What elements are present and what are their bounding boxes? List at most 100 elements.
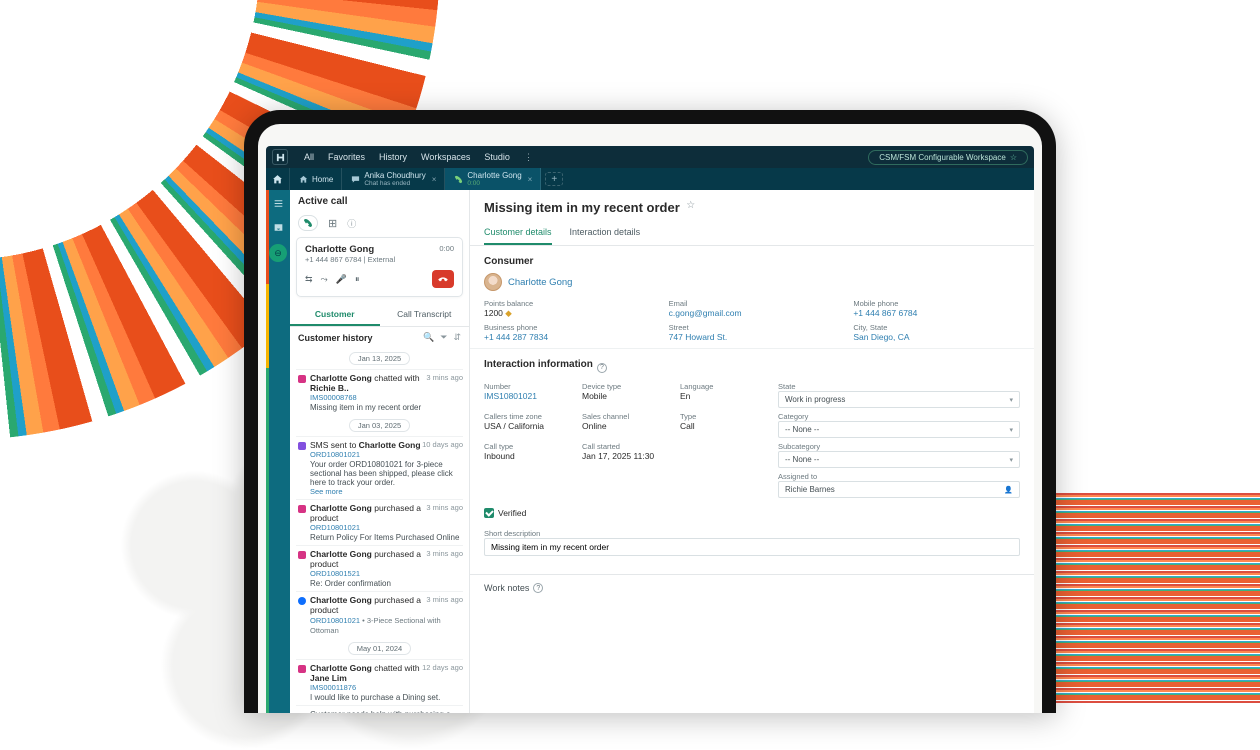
customer-history: Jan 13, 2025 3 mins ago Charlotte Gong c… — [290, 348, 469, 713]
tab-transcript[interactable]: Call Transcript — [380, 305, 470, 326]
calltype-value: Inbound — [484, 451, 564, 461]
item-body: Return Policy For Items Purchased Online — [310, 533, 463, 542]
search-icon[interactable]: 🔍 — [423, 332, 434, 343]
tab-interaction-details[interactable]: Interaction details — [570, 223, 641, 245]
chat-icon — [298, 375, 306, 383]
tab-customer[interactable]: Customer — [290, 305, 380, 326]
consumer-name-link[interactable]: Charlotte Gong — [508, 277, 572, 288]
menu-workspaces[interactable]: Workspaces — [421, 152, 470, 162]
rail-list-icon[interactable] — [271, 196, 285, 210]
city-label: City, State — [853, 323, 1020, 332]
tab-anika-title: Anika Choudhury — [364, 171, 425, 180]
history-item[interactable]: 3 mins ago Charlotte Gong purchased a pr… — [296, 499, 463, 545]
email-link[interactable]: c.gong@gmail.com — [669, 308, 836, 318]
active-call-card: Charlotte Gong +1 444 867 6784 | Externa… — [296, 237, 463, 297]
tab-home[interactable]: Home — [290, 168, 342, 190]
city-link[interactable]: San Diego, CA — [853, 332, 1020, 342]
tab-anika[interactable]: Anika Choudhury Chat has ended × — [342, 168, 445, 190]
work-notes-label: Work notes — [484, 583, 529, 593]
mobile-link[interactable]: +1 444 867 6784 — [853, 308, 1020, 318]
chat-icon — [298, 505, 306, 513]
item-ref[interactable]: ORD10801521 — [310, 569, 463, 578]
item-ref[interactable]: ORD10801021 — [310, 450, 463, 459]
subcategory-select[interactable]: -- None --▾ — [778, 451, 1020, 468]
device-type-value: Mobile — [582, 391, 662, 401]
hangup-button[interactable] — [432, 270, 454, 288]
verified-checkbox[interactable] — [484, 508, 494, 518]
keypad-icon[interactable]: ⊞ — [328, 217, 337, 230]
date-chip: Jan 13, 2025 — [349, 352, 410, 365]
close-icon[interactable]: × — [432, 175, 437, 184]
case-title: Missing item in my recent order — [484, 200, 680, 215]
interaction-number-link[interactable]: IMS10801021 — [484, 391, 564, 401]
type-value: Call — [680, 421, 760, 431]
bphone-link[interactable]: +1 444 287 7834 — [484, 332, 651, 342]
history-header: Customer history — [298, 333, 373, 343]
email-label: Email — [669, 299, 836, 308]
menu-history[interactable]: History — [379, 152, 407, 162]
help-icon[interactable]: ? — [597, 363, 607, 373]
street-link[interactable]: 747 Howard St. — [669, 332, 836, 342]
transfer-icon[interactable]: ⇆ — [305, 274, 313, 285]
main-panel: Missing item in my recent order ☆ Custom… — [470, 190, 1034, 713]
short-description-input[interactable] — [484, 538, 1020, 556]
item-time: 3 mins ago — [426, 503, 463, 512]
add-tab-button[interactable]: + — [545, 172, 563, 186]
info-icon[interactable]: ⓘ — [347, 217, 356, 230]
user-icon: 👤 — [1004, 486, 1013, 494]
history-item[interactable]: 10 days ago SMS sent to Charlotte Gong O… — [296, 436, 463, 499]
hold-icon[interactable]: ⏸ — [355, 274, 360, 285]
rail-inbox-icon[interactable] — [271, 220, 285, 234]
side-rail: ⊖ — [266, 190, 290, 713]
sort-icon[interactable]: ⇵ — [453, 332, 461, 343]
gold-tier-icon: ◆ — [505, 308, 512, 318]
shortdesc-label: Short description — [484, 529, 540, 538]
assigned-to-select[interactable]: Richie Barnes 👤 — [778, 481, 1020, 498]
call-button[interactable] — [298, 215, 318, 231]
workspace-pill[interactable]: CSM/FSM Configurable Workspace ☆ — [868, 150, 1028, 165]
close-icon[interactable]: × — [528, 175, 533, 184]
add-caller-icon[interactable]: ⤳ — [321, 274, 328, 285]
background-stripes — [1040, 493, 1260, 703]
timezone-value: USA / California — [484, 421, 564, 431]
item-ref[interactable]: ORD10801021 — [310, 523, 463, 532]
rail-status-icon[interactable]: ⊖ — [269, 244, 287, 262]
filter-icon[interactable]: ⏷ — [440, 332, 447, 343]
menu-all[interactable]: All — [304, 152, 314, 162]
menu-favorites[interactable]: Favorites — [328, 152, 365, 162]
item-ref[interactable]: ORD10801021 — [310, 616, 360, 625]
item-ref[interactable]: IMS00011876 — [310, 683, 463, 692]
caller-meta: +1 444 867 6784 | External — [305, 255, 395, 264]
phone-icon — [453, 174, 463, 184]
menubar: All Favorites History Workspaces Studio … — [266, 146, 1034, 168]
help-icon[interactable]: ? — [533, 583, 543, 593]
item-body: Missing item in my recent order — [310, 403, 463, 412]
item-time: 10 days ago — [422, 440, 463, 449]
item-ref[interactable]: IMS00008768 — [310, 393, 463, 402]
state-select[interactable]: Work in progress▾ — [778, 391, 1020, 408]
see-more-link[interactable]: See more — [310, 487, 463, 496]
history-item[interactable]: 3 mins ago Charlotte Gong purchased a pr… — [296, 545, 463, 591]
tab-charlotte[interactable]: Charlotte Gong 0:00 × — [445, 168, 541, 190]
history-item[interactable]: Customer needs help with purchasing a pr… — [296, 705, 463, 713]
consumer-header: Consumer — [484, 256, 1020, 267]
chat-icon — [298, 665, 306, 673]
bphone-label: Business phone — [484, 323, 651, 332]
menu-studio[interactable]: Studio — [484, 152, 510, 162]
item-body: Re: Order confirmation — [310, 579, 463, 588]
history-item[interactable]: 3 mins ago Charlotte Gong purchased a pr… — [296, 591, 463, 638]
pin-icon[interactable]: ☆ — [686, 200, 695, 211]
language-value: En — [680, 391, 760, 401]
app-logo-icon[interactable] — [272, 149, 288, 165]
home-icon[interactable] — [266, 168, 290, 190]
menu-more-icon[interactable]: ⋮ — [524, 152, 533, 163]
mute-icon[interactable]: 🎤 — [336, 274, 347, 285]
interaction-header: Interaction information — [484, 359, 593, 370]
history-item[interactable]: 3 mins ago Charlotte Gong chatted with R… — [296, 369, 463, 415]
history-item[interactable]: 12 days ago Charlotte Gong chatted with … — [296, 659, 463, 705]
item-body: Your order ORD10801021 for 3-piece secti… — [310, 460, 463, 487]
category-select[interactable]: -- None --▾ — [778, 421, 1020, 438]
info-icon — [298, 597, 306, 605]
item-body: I would like to purchase a Dining set. — [310, 693, 463, 702]
tab-customer-details[interactable]: Customer details — [484, 223, 552, 245]
